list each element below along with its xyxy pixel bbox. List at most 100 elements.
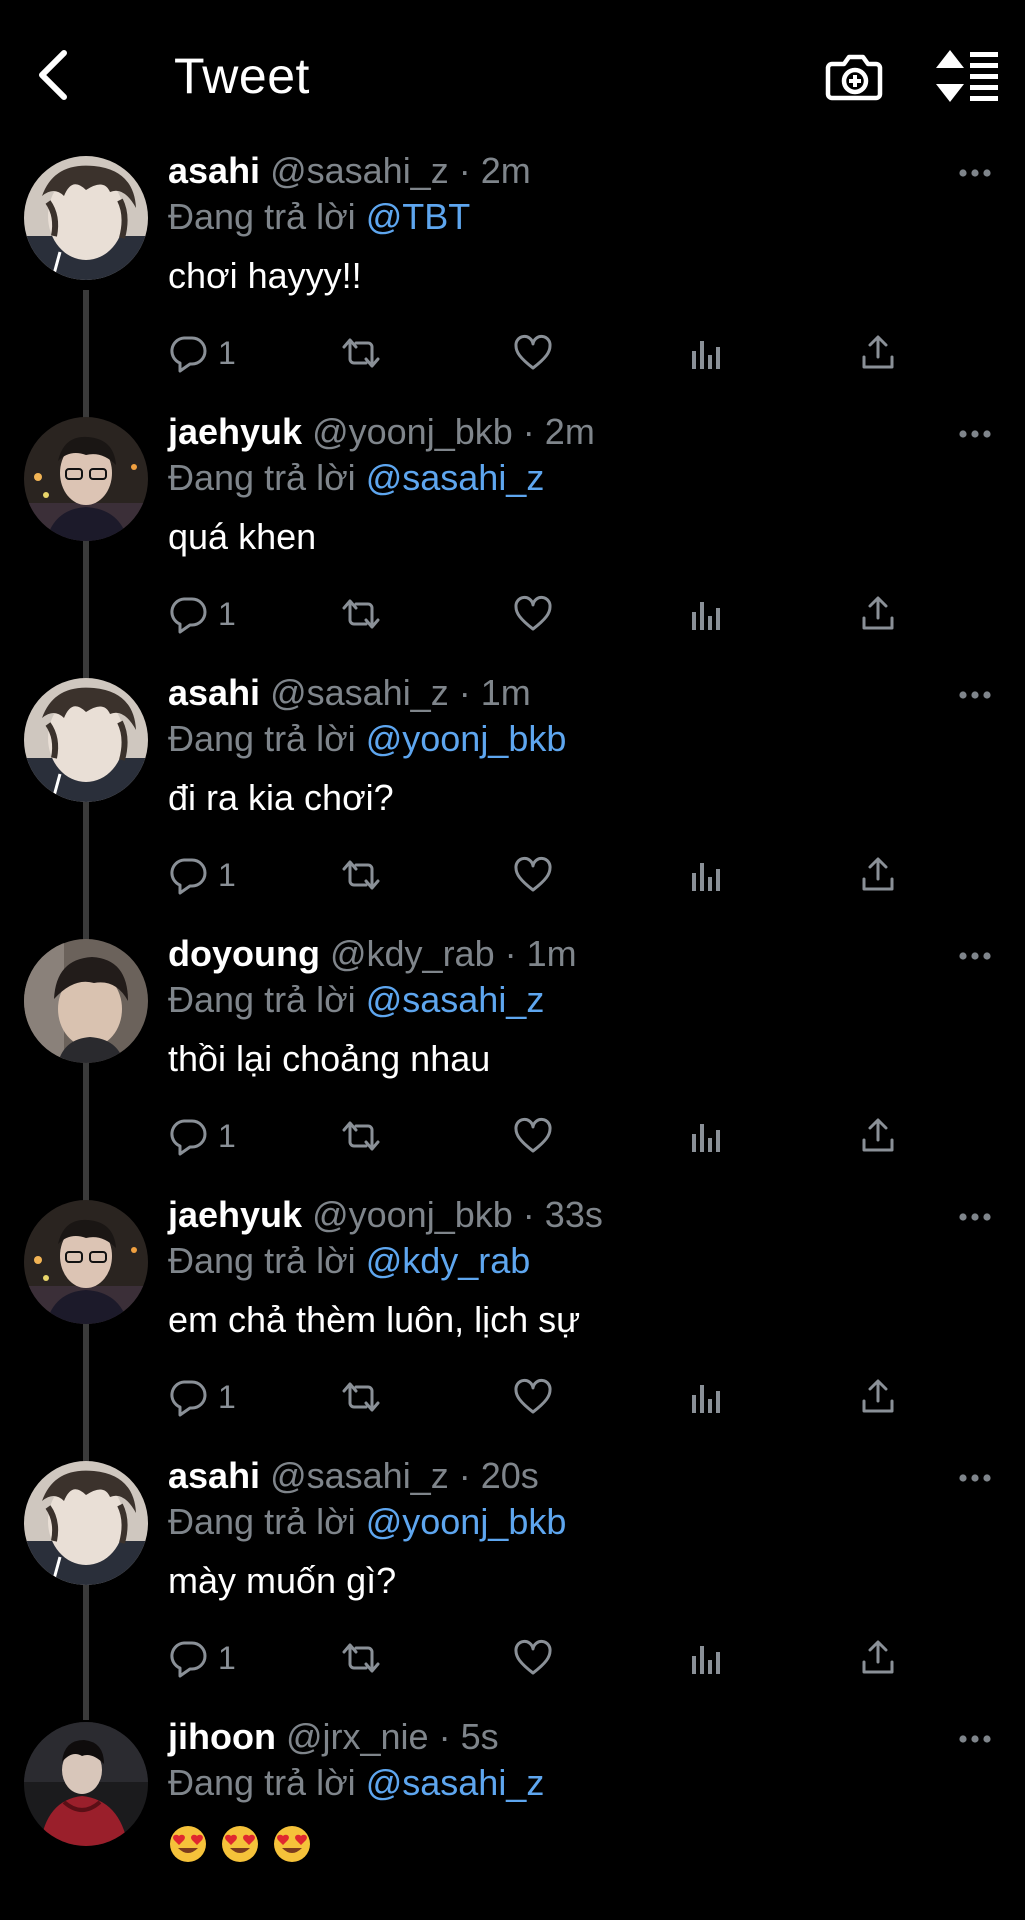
retweet-icon — [342, 1121, 380, 1151]
like-button[interactable] — [512, 589, 554, 639]
user-handle[interactable]: @yoonj_bkb — [312, 1194, 513, 1235]
reply-count: 1 — [218, 856, 236, 893]
retweet-icon — [342, 1643, 380, 1673]
mention-link[interactable]: @sasahi_z — [366, 457, 545, 498]
reply-icon — [170, 1380, 207, 1417]
display-name[interactable]: jaehyuk — [168, 1194, 302, 1235]
camera-button[interactable] — [824, 46, 884, 106]
replying-prefix: Đang trả lời — [168, 1240, 356, 1281]
tweet[interactable]: jihoon @jrx_nie · 5s Đang trả lời @sasah… — [0, 1710, 1025, 1920]
tweet[interactable]: asahi @sasahi_z · 20s Đang trả lời @yoon… — [0, 1449, 1025, 1710]
camera-plus-icon — [825, 54, 883, 101]
reply-button[interactable]: 1 — [168, 589, 236, 639]
analytics-button[interactable] — [686, 1633, 726, 1683]
analytics-button[interactable] — [686, 328, 726, 378]
retweet-button[interactable] — [338, 850, 384, 900]
display-name[interactable]: asahi — [168, 150, 260, 191]
retweet-button[interactable] — [338, 1111, 384, 1161]
more-button[interactable] — [952, 939, 998, 973]
more-button[interactable] — [952, 1200, 998, 1234]
retweet-button[interactable] — [338, 589, 384, 639]
retweet-button[interactable] — [338, 1372, 384, 1422]
mention-link[interactable]: @sasahi_z — [366, 1762, 545, 1803]
replying-to: Đang trả lời @kdy_rab — [168, 1238, 530, 1284]
tweet[interactable]: asahi @sasahi_z · 2m Đang trả lời @TBT c… — [0, 144, 1025, 405]
analytics-button[interactable] — [686, 1372, 726, 1422]
user-handle[interactable]: @sasahi_z — [270, 672, 449, 713]
display-name[interactable]: asahi — [168, 1455, 260, 1496]
retweet-icon — [342, 1382, 380, 1412]
more-button[interactable] — [952, 156, 998, 190]
retweet-button[interactable] — [338, 328, 384, 378]
user-handle[interactable]: @yoonj_bkb — [312, 411, 513, 452]
share-icon — [862, 857, 894, 891]
avatar[interactable] — [24, 1722, 148, 1846]
tweet[interactable]: doyoung @kdy_rab · 1m Đang trả lời @sasa… — [0, 927, 1025, 1188]
like-button[interactable] — [512, 850, 554, 900]
user-handle[interactable]: @sasahi_z — [270, 1455, 449, 1496]
action-bar: 1 — [168, 1633, 928, 1683]
action-bar: 1 — [168, 850, 928, 900]
tweet[interactable]: jaehyuk @yoonj_bkb · 33s Đang trả lời @k… — [0, 1188, 1025, 1449]
avatar[interactable] — [24, 939, 148, 1063]
retweet-button[interactable] — [338, 1633, 384, 1683]
user-handle[interactable]: @kdy_rab — [330, 933, 495, 974]
action-bar: 1 — [168, 328, 928, 378]
tweet-header: asahi @sasahi_z · 2m — [168, 148, 531, 194]
like-button[interactable] — [512, 328, 554, 378]
avatar[interactable] — [24, 1461, 148, 1585]
more-button[interactable] — [952, 1461, 998, 1495]
more-button[interactable] — [952, 678, 998, 712]
more-button[interactable] — [952, 417, 998, 451]
like-button[interactable] — [512, 1372, 554, 1422]
display-name[interactable]: jaehyuk — [168, 411, 302, 452]
share-button[interactable] — [858, 850, 898, 900]
analytics-icon — [692, 1646, 720, 1674]
mention-link[interactable]: @TBT — [366, 196, 471, 237]
reply-button[interactable]: 1 — [168, 1111, 236, 1161]
sort-button[interactable] — [934, 46, 1002, 106]
like-button[interactable] — [512, 1633, 554, 1683]
timestamp: 33s — [544, 1194, 603, 1235]
share-button[interactable] — [858, 328, 898, 378]
share-button[interactable] — [858, 1633, 898, 1683]
display-name[interactable]: asahi — [168, 672, 260, 713]
more-icon — [959, 430, 991, 438]
more-button[interactable] — [952, 1722, 998, 1756]
reply-button[interactable]: 1 — [168, 328, 236, 378]
tweet[interactable]: jaehyuk @yoonj_bkb · 2m Đang trả lời @sa… — [0, 405, 1025, 666]
replying-prefix: Đang trả lời — [168, 979, 356, 1020]
mention-link[interactable]: @yoonj_bkb — [366, 1501, 567, 1542]
share-icon — [862, 1640, 894, 1674]
share-button[interactable] — [858, 1372, 898, 1422]
reply-button[interactable]: 1 — [168, 1372, 236, 1422]
analytics-button[interactable] — [686, 850, 726, 900]
user-handle[interactable]: @jrx_nie — [286, 1716, 429, 1757]
tweet[interactable]: asahi @sasahi_z · 1m Đang trả lời @yoonj… — [0, 666, 1025, 927]
more-icon — [959, 1735, 991, 1743]
share-button[interactable] — [858, 1111, 898, 1161]
more-icon — [959, 1474, 991, 1482]
reply-button[interactable]: 1 — [168, 1633, 236, 1683]
mention-link[interactable]: @sasahi_z — [366, 979, 545, 1020]
avatar[interactable] — [24, 678, 148, 802]
avatar[interactable] — [24, 156, 148, 280]
reply-icon — [170, 336, 207, 373]
analytics-button[interactable] — [686, 1111, 726, 1161]
like-icon — [514, 1379, 552, 1414]
mention-link[interactable]: @yoonj_bkb — [366, 718, 567, 759]
like-button[interactable] — [512, 1111, 554, 1161]
like-icon — [514, 1118, 552, 1153]
mention-link[interactable]: @kdy_rab — [366, 1240, 531, 1281]
avatar[interactable] — [24, 417, 148, 541]
user-handle[interactable]: @sasahi_z — [270, 150, 449, 191]
analytics-button[interactable] — [686, 589, 726, 639]
avatar[interactable] — [24, 1200, 148, 1324]
reply-count: 1 — [218, 1117, 236, 1154]
share-button[interactable] — [858, 589, 898, 639]
back-button[interactable] — [28, 44, 76, 106]
display-name[interactable]: jihoon — [168, 1716, 276, 1757]
retweet-icon — [342, 599, 380, 629]
display-name[interactable]: doyoung — [168, 933, 320, 974]
reply-button[interactable]: 1 — [168, 850, 236, 900]
